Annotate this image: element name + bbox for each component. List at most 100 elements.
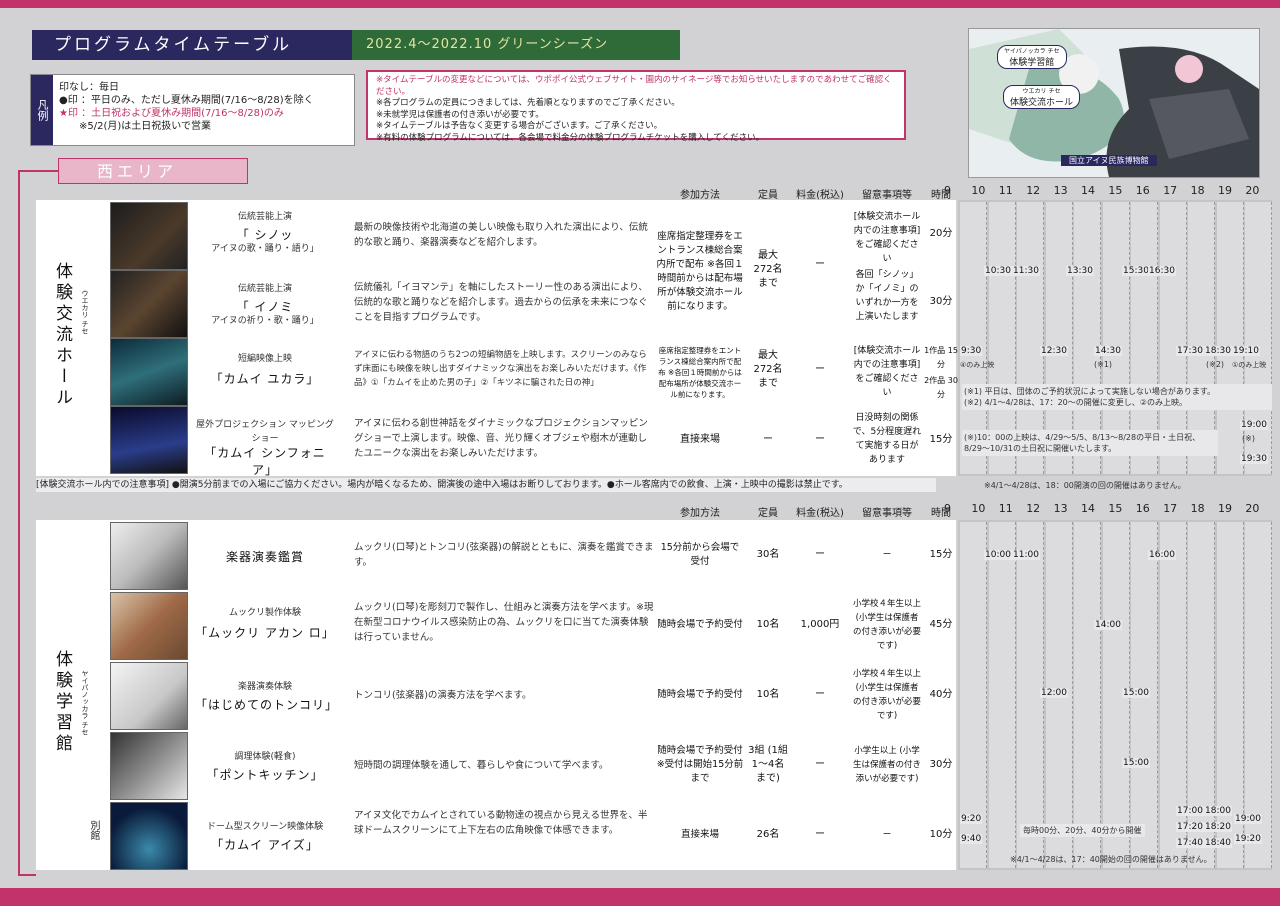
notes-box: ※タイムテーブルの変更などについては、ウポポイ公式ウェブサイト・園内のサイネージ…: [366, 70, 906, 143]
method-cell: 15分前から会場で受付: [660, 542, 740, 567]
program-title: 「カムイ ユカラ」: [210, 372, 320, 386]
fee-cell: ー: [815, 759, 825, 770]
hall-notice: [体験交流ホール内での注意事項] ●開演5分前までの入場にご協力ください。場内が…: [36, 478, 936, 492]
duration-cell: 40分: [929, 689, 953, 700]
program-title: 「ムックリ アカン ロ」: [195, 626, 335, 640]
duration-cell: 20分: [929, 228, 953, 239]
program-category: 短編映像上映: [237, 354, 292, 364]
fee-cell: ー: [815, 364, 825, 375]
capacity-cell: 30名: [756, 549, 780, 560]
method-cell: 座席指定整理券をエントランス棟総合案内所で配布 ※各回１時間前からは配布場所が体…: [656, 231, 744, 312]
bottom-border: [0, 888, 1280, 906]
hour-label: 19: [1218, 502, 1232, 515]
col-capacity: 定員: [758, 508, 778, 519]
time-label: 9:40: [960, 834, 983, 844]
photo-dome: [110, 802, 188, 870]
hour-label: 20: [1245, 502, 1260, 515]
capacity-cell: 26名: [756, 829, 780, 840]
capacity-cell: 10名: [756, 689, 780, 700]
program-category: ドーム型スクリーン映像体験: [206, 822, 324, 832]
hour-label: 12: [1026, 184, 1041, 197]
time-label: 14:00: [1094, 620, 1122, 630]
program-title: 「 シノッ: [236, 228, 294, 242]
map-label-ruby: ウエカリ チセ: [1022, 88, 1061, 95]
notes-cell: 小学生以上 (小学生は保護者の付き添いが必要です): [852, 746, 921, 784]
notes-cell: [体験交流ホール内での注意事項]をご確認ください: [853, 346, 921, 398]
program-category: 楽器演奏体験: [237, 682, 292, 692]
note-line: ※タイムテーブルは予告なく変更する場合がございます。ご了承ください。: [376, 121, 663, 131]
fee-cell: ー: [815, 689, 825, 700]
legend-line: ★印 ：土日祝および夏休み期間(7/16〜8/28)のみ: [59, 108, 284, 119]
time-label: 17:30: [1176, 346, 1204, 356]
col-fee: 料金(税込): [796, 508, 844, 519]
program-title: 「ポントキッチン」: [206, 768, 324, 782]
hour-label: 11: [998, 184, 1013, 197]
time-label: 15:00: [1122, 688, 1150, 698]
col-notes: 留意事項等: [862, 508, 912, 519]
program-desc: トンコリ(弦楽器)の演奏方法を学べます。: [354, 690, 532, 701]
fee-cell: 1,000円: [800, 619, 840, 630]
legend-lines: 印なし：毎日 ●印 ：平日のみ、ただし夏休み期間(7/16〜8/28)を除く ★…: [59, 81, 314, 133]
hour-header: 9 10 11 12 13 14 15 16 17 18 19 20: [944, 502, 1274, 516]
note-line: ※未就学児は保護者の付き添いが必要です。: [376, 109, 544, 120]
hour-label: 16: [1135, 502, 1150, 515]
program-category: ムックリ製作体験: [228, 608, 301, 618]
photo-kamuy-yukar: [110, 338, 188, 406]
notes-cell: 日没時刻の関係で、5分程度遅れて実施する日があります: [852, 413, 922, 465]
time-note: (※1): [1094, 360, 1113, 369]
hour-label: 15: [1108, 184, 1123, 197]
program-desc: アイヌに伝わる創世神話をダイナミックなプロジェクションマッピングショーで上演しま…: [354, 418, 648, 459]
time-label: 19:30: [1240, 454, 1268, 464]
program-subtitle: アイヌの祈り・歌・踊り」: [211, 316, 319, 326]
method-cell: 随時会場で予約受付: [657, 689, 743, 700]
note-line: ※各プログラムの定員につきましては、先着順となりますのでご了承ください。: [376, 98, 680, 108]
guide-line: [18, 170, 58, 172]
hour-header: 9 10 11 12 13 14 15 16 17 18 19 20: [944, 184, 1274, 198]
band-note: 毎時00分、20分、40分から開催: [1020, 824, 1145, 837]
annex-label: 別館: [88, 820, 99, 840]
photo-kamuy-symphonia: [110, 406, 188, 474]
photo-shinot: [110, 202, 188, 270]
map-label-ruby: ヤイパノッカラ チセ: [1004, 48, 1060, 55]
site-map: ヤイパノッカラ チセ 体験学習館 ウエカリ チセ 体験交流ホール 国立アイヌ民族…: [968, 28, 1260, 178]
time-label: 12:00: [1040, 688, 1068, 698]
learning-name-text: 体験学習館: [52, 650, 72, 755]
time-label: 19:00: [1240, 420, 1268, 430]
note-line: ※タイムテーブルの変更などについては、ウポポイ公式ウェブサイト・園内のサイネージ…: [376, 75, 892, 97]
program-desc: 短時間の調理体験を通して、暮らしや食について学べます。: [354, 760, 609, 771]
legend-tag: 凡例: [31, 75, 53, 145]
map-label-hall: ウエカリ チセ 体験交流ホール: [1003, 85, 1081, 109]
program-title: 「 イノミ: [236, 300, 294, 314]
map-label-museum: 国立アイヌ民族博物館: [1061, 155, 1157, 166]
hall-ruby: ウエカリ チセ: [81, 290, 89, 335]
fee-cell: ー: [815, 259, 825, 270]
hour-label: 10: [971, 184, 986, 197]
time-label: 19:10: [1232, 346, 1260, 356]
notes-cell: ー: [882, 550, 892, 560]
time-label: 18:40: [1204, 838, 1232, 848]
method-cell: 随時会場で予約受付 ※受付は開始15分前まで: [656, 745, 744, 784]
hour-label: 18: [1190, 184, 1205, 197]
hour-label: 17: [1163, 502, 1178, 515]
duration-cell: 1作品 15分: [924, 346, 958, 369]
photo-inomi: [110, 270, 188, 338]
program-desc: 最新の映像技術や北海道の美しい映像も取り入れた演出により、伝統的な歌と踊り、楽器…: [354, 222, 648, 248]
footnote-line: (※1) 平日は、団体のご予約状況によって実施しない場合があります。: [964, 387, 1216, 396]
notes-cell: [体験交流ホール内での注意事項]をご確認ください: [853, 212, 921, 264]
program-desc: アイヌに伝わる物語のうち2つの短編物語を上映します。スクリーンのみならず床面にも…: [354, 350, 647, 388]
hour-label: 12: [1026, 502, 1041, 515]
legend-box: 凡例 印なし：毎日 ●印 ：平日のみ、ただし夏休み期間(7/16〜8/28)を除…: [30, 74, 355, 146]
time-footnote: ※4/1〜4/28は、17：40開始の回の開催はありません。: [1010, 855, 1212, 864]
hour-label: 17: [1163, 184, 1178, 197]
time-label: 18:30: [1204, 346, 1232, 356]
footnote-line: (※2) 4/1〜4/28は、17：20〜の開催に変更し、②のみ上映。: [964, 398, 1187, 407]
hour-label: 14: [1081, 502, 1095, 515]
notes-cell: 各回「シノッ」か「イノミ」のいずれか一方を上演いたします: [855, 270, 919, 322]
season-label: 2022.4〜2022.10 グリーンシーズン: [352, 30, 680, 60]
duration-cell: 2作品 30分: [924, 376, 958, 399]
program-title: 「カムイ シンフォニア」: [204, 446, 326, 477]
map-label-text: 体験交流ホール: [1010, 98, 1074, 108]
guide-line: [18, 874, 36, 876]
capacity-cell: 3組 (1組1〜4名まで): [748, 745, 788, 784]
program-category: 調理体験(軽食): [234, 752, 296, 762]
